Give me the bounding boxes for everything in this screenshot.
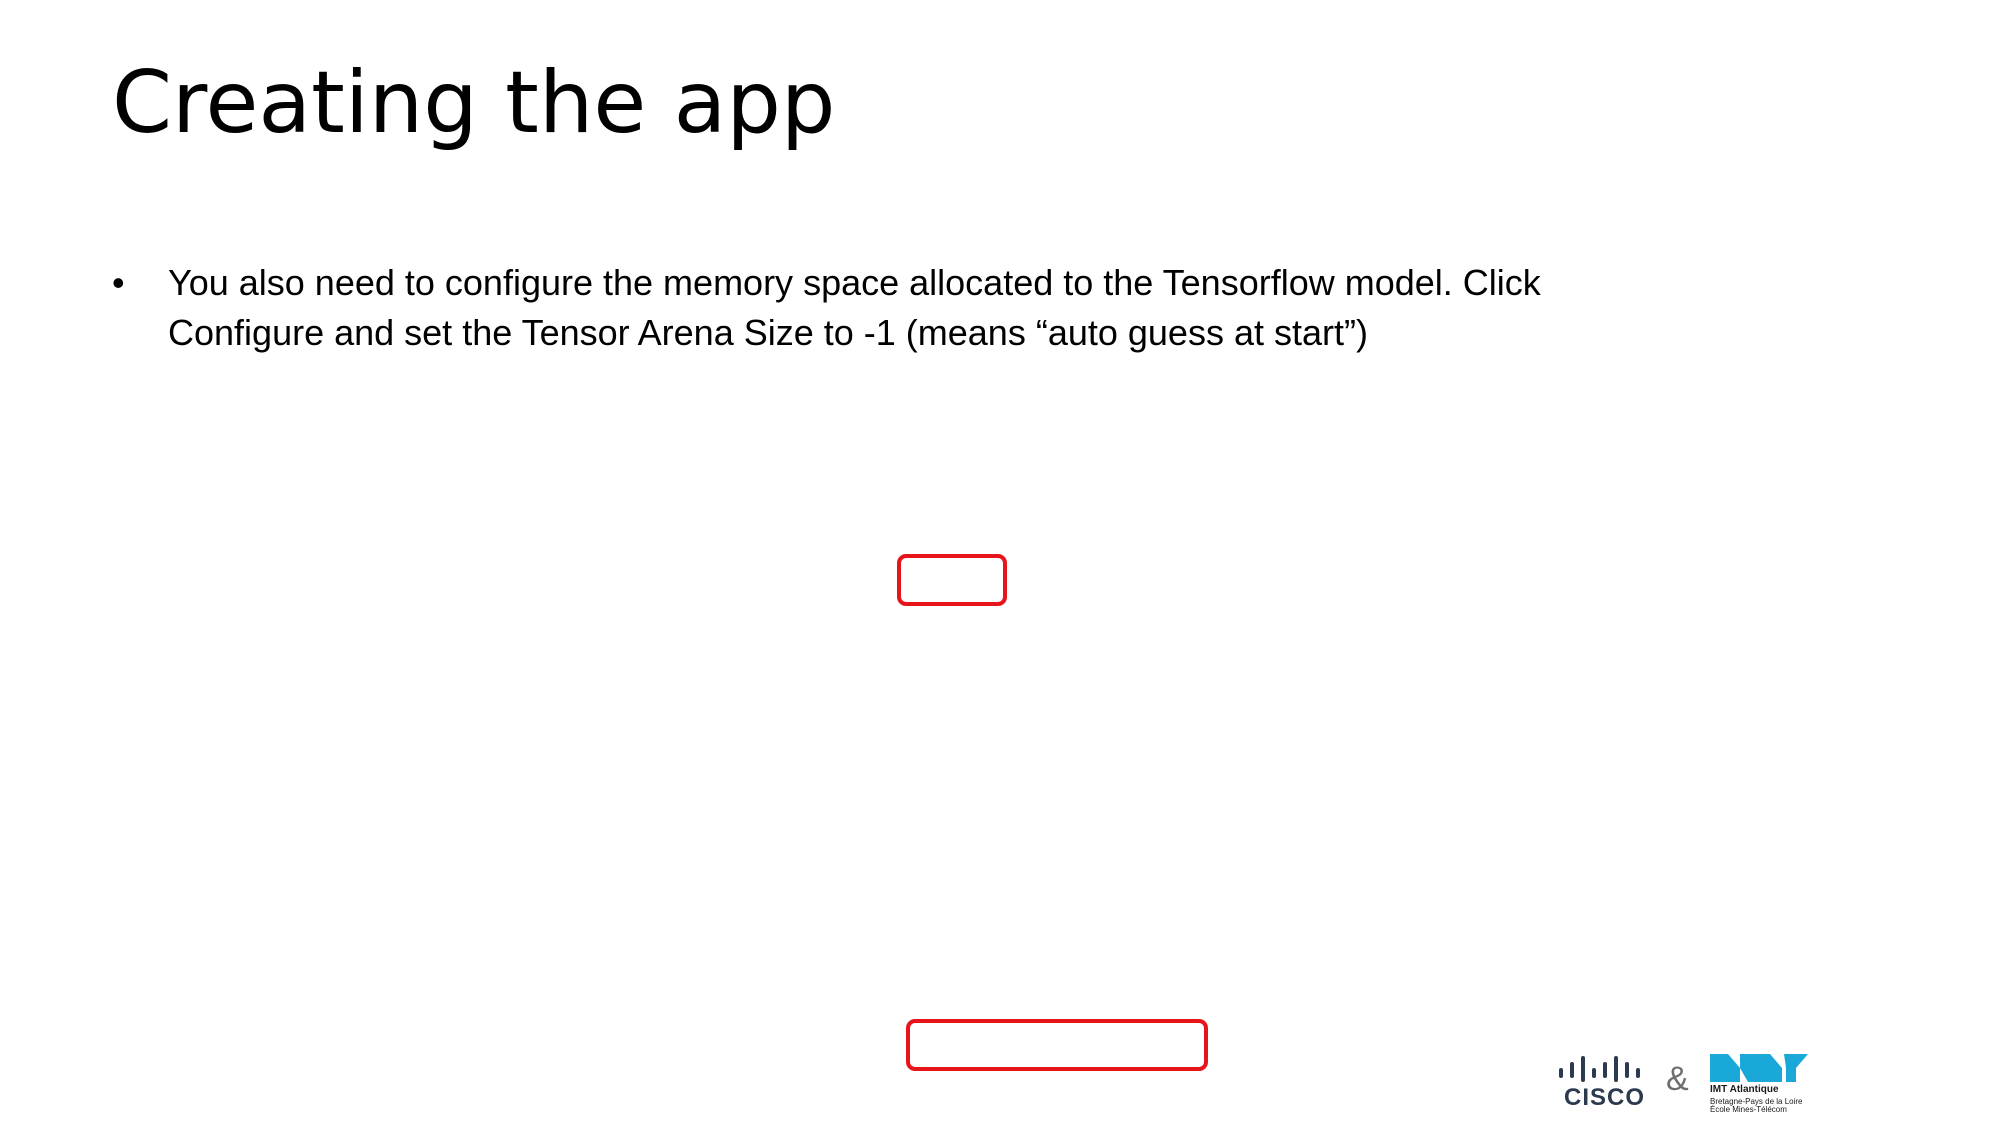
bullet-text: You also need to configure the memory sp… xyxy=(168,262,1541,353)
footer-logos: CISCO & IMT Atlantique Bretagne-Pays de … xyxy=(1556,1052,1816,1114)
cisco-bars-icon xyxy=(1559,1056,1640,1082)
bullet-marker: • xyxy=(112,262,125,303)
highlight-box-tensor-arena xyxy=(906,1019,1208,1071)
cisco-wordmark: CISCO xyxy=(1564,1084,1646,1111)
cisco-logo: CISCO xyxy=(1556,1056,1652,1111)
imt-subtitle-school: École Mines-Télécom xyxy=(1710,1105,1787,1114)
imt-logo-icon xyxy=(1710,1054,1808,1082)
slide: Creating the app • You also need to conf… xyxy=(0,0,2000,1125)
highlight-box-configure xyxy=(897,554,1007,606)
imt-name: IMT Atlantique xyxy=(1710,1084,1779,1095)
imt-atlantique-logo: IMT Atlantique Bretagne-Pays de la Loire… xyxy=(1710,1054,1814,1114)
ampersand: & xyxy=(1666,1060,1689,1098)
slide-title: Creating the app xyxy=(112,53,836,153)
bullet-item: • You also need to configure the memory … xyxy=(112,258,1672,358)
